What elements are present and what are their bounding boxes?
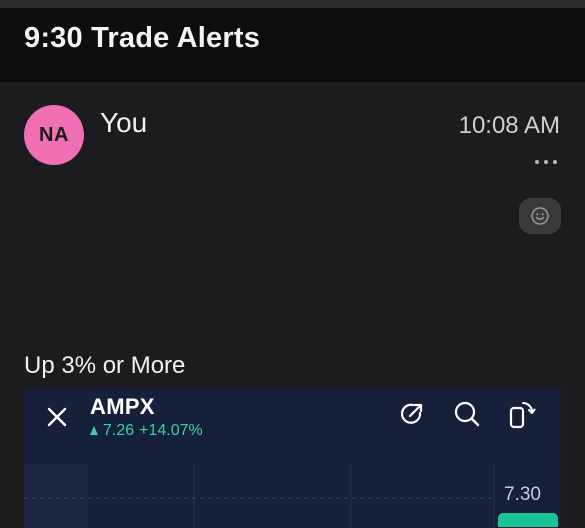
sender-name[interactable]: You xyxy=(100,107,147,139)
price-value: 7.26 xyxy=(103,422,135,439)
avatar-initials: NA xyxy=(39,123,69,146)
up-arrow-icon xyxy=(90,425,98,435)
channel-title: 9:30 Trade Alerts xyxy=(24,22,261,54)
price-chart-area xyxy=(24,464,495,528)
channel-header: 9:30 Trade Alerts xyxy=(0,8,585,82)
avatar[interactable]: NA xyxy=(24,105,84,165)
ticker-symbol: AMPX xyxy=(90,394,155,419)
add-reaction-button[interactable] xyxy=(519,198,561,234)
search-icon[interactable] xyxy=(451,398,483,430)
message-timestamp: 10:08 AM xyxy=(458,112,560,139)
top-edge-bar xyxy=(0,0,585,8)
emoji-smile-icon xyxy=(531,207,549,225)
current-price-tag xyxy=(498,513,558,527)
price-quote: 7.26 +14.07% xyxy=(90,422,203,440)
message-caption: Up 3% or More xyxy=(24,352,186,379)
price-axis-label: 7.30 xyxy=(504,484,541,505)
message-item[interactable]: NA You 10:08 AM Up 3% or More AMPX 7.26 … xyxy=(0,82,585,528)
share-icon[interactable] xyxy=(396,398,428,430)
close-icon[interactable] xyxy=(42,402,72,432)
price-change: +14.07% xyxy=(139,422,203,439)
stock-screenshot-card[interactable]: AMPX 7.26 +14.07% 7.30 xyxy=(24,388,561,528)
rotate-icon[interactable] xyxy=(505,398,537,430)
more-options-icon[interactable] xyxy=(535,152,557,172)
